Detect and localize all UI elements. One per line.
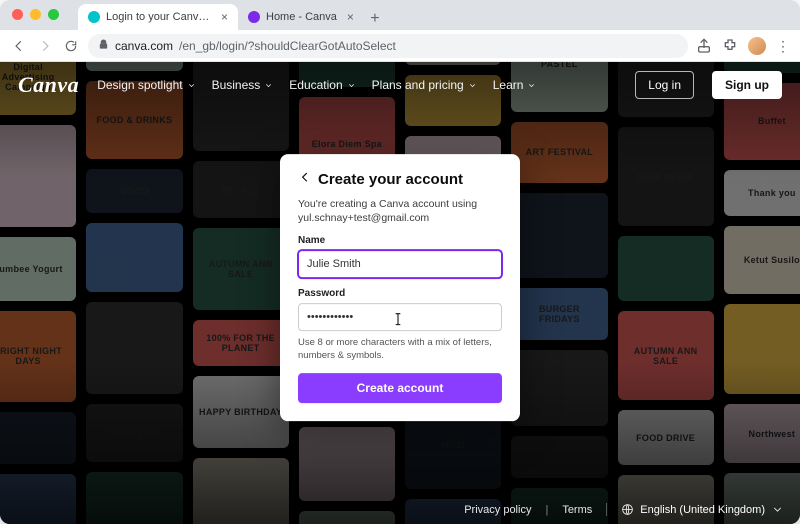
favicon-icon: [248, 11, 260, 23]
close-tab-icon[interactable]: ×: [221, 10, 228, 24]
url-path: /en_gb/login/?shouldClearGotAutoSelect: [179, 39, 396, 53]
favicon-icon: [88, 11, 100, 23]
tab-title: Home - Canva: [266, 11, 337, 23]
globe-icon: [621, 503, 634, 516]
create-account-button[interactable]: Create account: [298, 373, 502, 403]
address-bar[interactable]: canva.com/en_gb/login/?shouldClearGotAut…: [88, 34, 688, 58]
terms-link[interactable]: Terms: [562, 504, 592, 516]
chevron-down-icon: [771, 503, 784, 516]
lock-icon: [98, 39, 109, 53]
browser-tab-login[interactable]: Login to your Canva account ×: [78, 4, 238, 30]
tab-title: Login to your Canva account: [106, 11, 211, 23]
browser-menu-icon[interactable]: ⋮: [776, 39, 790, 53]
reload-button[interactable]: [62, 37, 80, 55]
close-window-icon[interactable]: [12, 9, 23, 20]
modal-subtitle: You're creating a Canva account using yu…: [298, 197, 502, 225]
nav-item-0[interactable]: Design spotlight: [97, 78, 195, 92]
language-selector[interactable]: English (United Kingdom): [606, 503, 784, 516]
browser-tab-strip: Login to your Canva account × Home - Can…: [0, 0, 800, 30]
privacy-link[interactable]: Privacy policy: [464, 504, 531, 516]
browser-toolbar: canva.com/en_gb/login/?shouldClearGotAut…: [0, 30, 800, 62]
url-host: canva.com: [115, 39, 173, 53]
browser-tab-home[interactable]: Home - Canva ×: [238, 4, 364, 30]
back-button[interactable]: [10, 37, 28, 55]
profile-avatar[interactable]: [748, 37, 766, 55]
nav-item-4[interactable]: Learn: [493, 78, 537, 92]
login-button[interactable]: Log in: [635, 71, 694, 99]
page-content: Digital Advertising CampaignYumbee Yogur…: [0, 62, 800, 524]
name-label: Name: [298, 236, 502, 247]
nav-item-1[interactable]: Business: [212, 78, 274, 92]
minimize-window-icon[interactable]: [30, 9, 41, 20]
new-tab-button[interactable]: +: [364, 8, 386, 30]
password-label: Password: [298, 289, 502, 300]
subtitle-email: yul.schnay+test@gmail.com: [298, 212, 429, 224]
maximize-window-icon[interactable]: [48, 9, 59, 20]
footer-divider: |: [545, 504, 548, 516]
share-icon[interactable]: [696, 38, 712, 54]
signup-button[interactable]: Sign up: [712, 71, 782, 99]
create-account-modal: Create your account You're creating a Ca…: [280, 154, 520, 421]
site-header: Canva Design spotlight Business Education P…: [0, 62, 800, 108]
close-tab-icon[interactable]: ×: [347, 10, 354, 24]
window-controls: [12, 9, 59, 20]
name-input[interactable]: [298, 251, 502, 279]
modal-title: Create your account: [318, 171, 463, 188]
nav-item-2[interactable]: Education: [289, 78, 355, 92]
extensions-icon[interactable]: [722, 38, 738, 54]
text-cursor-icon: [393, 313, 403, 327]
page-footer: Privacy policy | Terms English (United K…: [0, 495, 800, 524]
nav-item-3[interactable]: Plans and pricing: [372, 78, 477, 92]
canva-logo[interactable]: Canva: [18, 72, 79, 98]
back-icon[interactable]: [298, 170, 312, 189]
primary-nav: Design spotlight Business Education Plans a…: [97, 78, 536, 92]
forward-button[interactable]: [36, 37, 54, 55]
language-label: English (United Kingdom): [640, 504, 765, 516]
subtitle-text: You're creating a Canva account using: [298, 198, 477, 210]
